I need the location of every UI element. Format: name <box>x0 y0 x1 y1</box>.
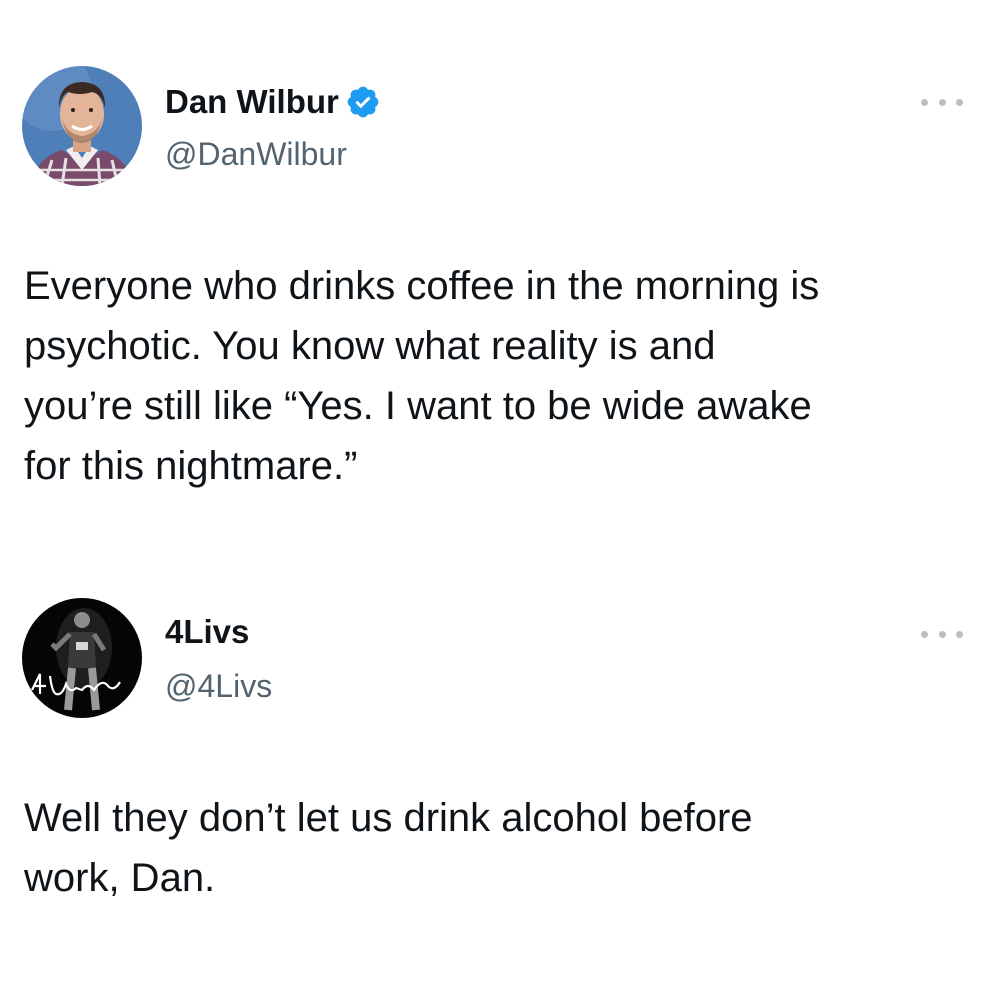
dot <box>956 630 963 638</box>
tweet-text: Everyone who drinks coffee in the mornin… <box>24 264 820 488</box>
dot <box>921 98 928 106</box>
performer-avatar-icon <box>22 598 142 718</box>
display-name[interactable]: Dan Wilbur <box>165 82 339 122</box>
verified-badge-icon <box>345 84 381 120</box>
dot <box>938 98 946 106</box>
dot <box>938 630 946 638</box>
dot <box>921 630 928 638</box>
person-portrait-avatar-icon <box>22 66 142 186</box>
avatar[interactable] <box>22 598 142 718</box>
display-name[interactable]: 4Livs <box>165 612 249 652</box>
author-name-row: 4Livs <box>165 612 249 652</box>
tweet-text: Well they don’t let us drink alcohol bef… <box>24 796 753 900</box>
user-handle[interactable]: @DanWilbur <box>165 134 347 174</box>
more-options-icon[interactable] <box>921 95 963 109</box>
avatar[interactable] <box>22 66 142 186</box>
user-handle[interactable]: @4Livs <box>165 666 272 706</box>
more-options-icon[interactable] <box>921 627 963 641</box>
author-name-row: Dan Wilbur <box>165 82 381 122</box>
dot <box>956 98 963 106</box>
